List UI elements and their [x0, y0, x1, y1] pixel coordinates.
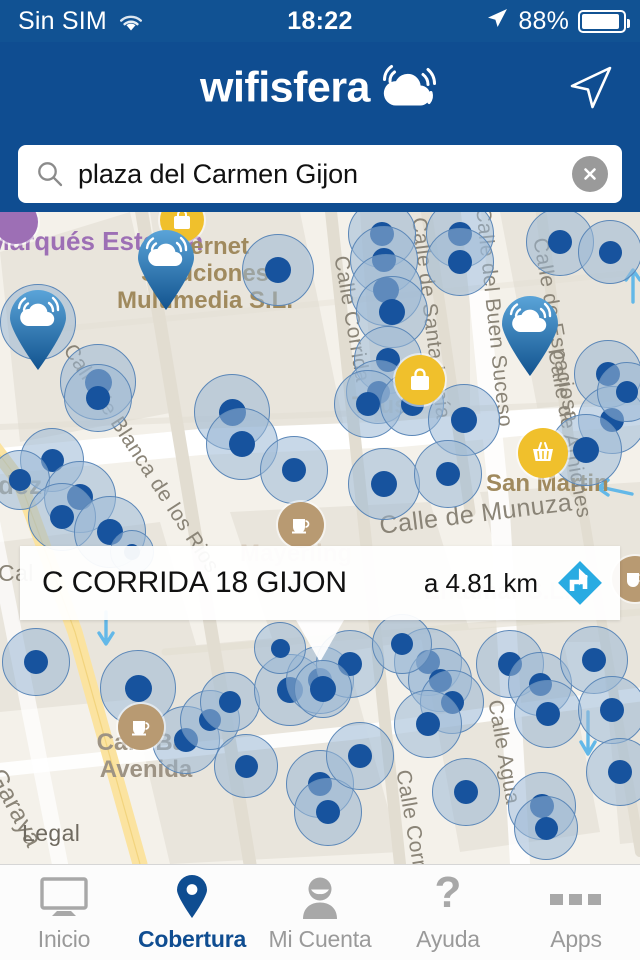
hotspot-dot — [86, 386, 110, 410]
hotspot-marker[interactable] — [326, 722, 394, 790]
monitor-icon — [38, 876, 90, 919]
search-icon — [36, 160, 64, 188]
hotspot-dot — [451, 407, 477, 433]
hotspot-dot — [348, 744, 372, 768]
directions-button[interactable] — [556, 559, 604, 607]
hotspot-marker[interactable] — [514, 796, 578, 860]
hotspot-dot — [608, 760, 632, 784]
svg-text:?: ? — [435, 875, 462, 917]
hotspot-dot — [548, 230, 572, 254]
hotspot-dot — [234, 754, 258, 778]
tab-ayuda[interactable]: ? Ayuda — [384, 865, 512, 960]
map-pin-icon — [175, 874, 209, 919]
hotspot-dot — [416, 712, 440, 736]
hotspot-marker[interactable] — [2, 628, 70, 696]
hotspot-dot — [600, 698, 624, 722]
callout-pointer — [296, 620, 344, 662]
hotspot-dot — [50, 505, 74, 529]
hotspot-marker[interactable] — [432, 758, 500, 826]
search-bar-container: plaza del Carmen Gijon — [0, 134, 640, 214]
hotspot-dot — [534, 816, 558, 840]
san-martin-basket-icon[interactable] — [518, 428, 568, 478]
tous-shop-icon[interactable] — [395, 355, 445, 405]
hotspot-dot — [454, 780, 478, 804]
question-mark-icon: ? — [431, 875, 465, 919]
hotspot-dot — [436, 462, 460, 486]
tab-label: Apps — [550, 925, 602, 952]
hotspot-dot — [24, 650, 48, 674]
wifisfera-pin-marker[interactable] — [134, 228, 198, 312]
tab-inicio[interactable]: Inicio — [0, 865, 128, 960]
brand-wordmark: wifisfera — [200, 63, 370, 112]
hotspot-marker[interactable] — [426, 228, 494, 296]
battery-icon — [578, 9, 630, 33]
hotspot-marker[interactable] — [242, 234, 314, 306]
wifisfera-pin-marker[interactable] — [498, 294, 562, 378]
hotspot-marker[interactable] — [348, 448, 420, 520]
battery-percent-label: 88% — [518, 6, 569, 35]
hotspot-marker[interactable] — [578, 220, 640, 284]
app-root: Sin SIM 18:22 88% wifisfera plaza del Ca… — [0, 0, 640, 960]
callout-address: C CORRIDA 18 GIJON — [42, 566, 347, 599]
hotspot-dot — [616, 381, 638, 403]
hotspot-dot — [379, 299, 405, 325]
hotspot-dot — [282, 458, 306, 482]
tab-label: Mi Cuenta — [268, 925, 372, 952]
cafe-bar-avenida-icon[interactable] — [118, 704, 164, 750]
map-view[interactable]: Marqués Esteban Internet Soluciones Mult… — [0, 212, 640, 864]
hotspot-marker[interactable] — [64, 364, 132, 432]
tab-label: Ayuda — [416, 925, 480, 952]
hotspot-dot — [265, 257, 291, 283]
hotspot-dot — [229, 431, 255, 457]
tab-label: Inicio — [37, 925, 91, 952]
hotspot-dot — [356, 392, 380, 416]
person-icon — [298, 877, 342, 919]
bottom-tab-bar: Inicio Cobertura Mi Cuenta ? Ayuda Apps — [0, 864, 640, 960]
hotspot-marker[interactable] — [578, 676, 640, 744]
hotspot-marker[interactable] — [214, 734, 278, 798]
status-bar: Sin SIM 18:22 88% — [0, 0, 640, 42]
location-arrow-icon — [485, 6, 509, 37]
callout-distance: a 4.81 km — [423, 567, 538, 598]
hotspot-dot — [598, 240, 622, 264]
app-header: wifisfera — [0, 42, 640, 134]
location-callout[interactable]: C CORRIDA 18 GIJON a 4.81 km — [20, 546, 620, 620]
hotspot-dot — [391, 633, 413, 655]
hotspot-marker[interactable] — [514, 680, 582, 748]
hotspot-dot — [124, 674, 152, 702]
tab-label: Cobertura — [137, 925, 247, 952]
clear-search-button[interactable] — [572, 156, 608, 192]
wifisfera-pin-marker[interactable] — [6, 288, 70, 372]
selected-hotspot-marker[interactable] — [294, 660, 352, 718]
hotspot-dot — [371, 471, 397, 497]
hotspot-dot — [582, 648, 606, 672]
tab-apps[interactable]: Apps — [512, 865, 640, 960]
hotspot-dot — [270, 638, 290, 658]
hotspot-marker[interactable] — [260, 436, 328, 504]
hotspot-marker[interactable] — [200, 672, 260, 732]
hotspot-marker[interactable] — [414, 440, 482, 508]
search-input[interactable]: plaza del Carmen Gijon — [78, 159, 572, 190]
hotspot-dot — [573, 437, 599, 463]
hotspot-dot — [219, 691, 241, 713]
hotspot-marker[interactable] — [372, 614, 432, 674]
status-bar-right: 88% — [485, 6, 630, 37]
three-dots-icon — [547, 877, 605, 919]
brand-logo: wifisfera — [200, 60, 440, 117]
locate-me-button[interactable] — [562, 60, 618, 116]
hotspot-dot — [448, 250, 472, 274]
hotspot-marker[interactable] — [394, 690, 462, 758]
tab-mi-cuenta[interactable]: Mi Cuenta — [256, 865, 384, 960]
search-box[interactable]: plaza del Carmen Gijon — [18, 145, 622, 203]
cloud-wifi-icon — [376, 60, 440, 117]
hotspot-dot — [9, 469, 31, 491]
tab-cobertura[interactable]: Cobertura — [128, 865, 256, 960]
hotspot-dot — [536, 702, 560, 726]
cafe-poi-icon[interactable] — [278, 502, 324, 548]
hotspot-dot — [316, 800, 340, 824]
